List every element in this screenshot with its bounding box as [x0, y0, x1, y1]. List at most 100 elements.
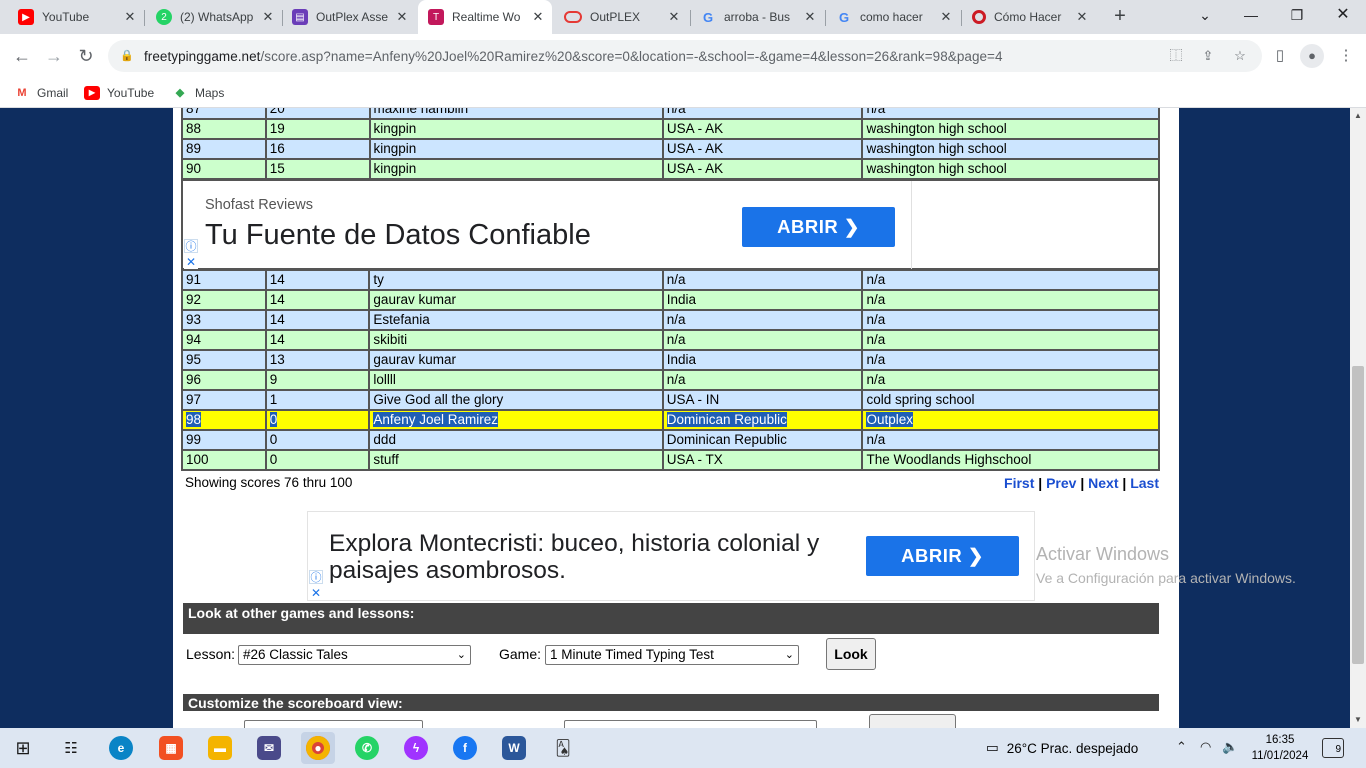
- cell-text: kingpin: [373, 161, 417, 176]
- google-icon: G: [702, 9, 714, 25]
- restore-button[interactable]: ❐: [1282, 4, 1312, 28]
- close-window-button[interactable]: ✕: [1328, 4, 1358, 28]
- scroll-up-arrow-icon[interactable]: ▲: [1350, 108, 1366, 124]
- close-icon[interactable]: ✕: [1074, 9, 1090, 25]
- customize-button[interactable]: [869, 714, 956, 728]
- pager-separator: |: [1122, 475, 1127, 491]
- chevron-up-icon[interactable]: ⌃: [1176, 739, 1187, 755]
- mail-icon[interactable]: ✉: [252, 732, 286, 764]
- cell-text: n/a: [666, 108, 686, 116]
- close-icon[interactable]: ✕: [530, 9, 546, 25]
- tab-como-hacer-opera[interactable]: Cómo Hacer ✕: [962, 0, 1096, 34]
- page-scrollbar[interactable]: ▲ ▼: [1350, 108, 1366, 728]
- notifications-button[interactable]: 9: [1322, 738, 1344, 758]
- cell-text: n/a: [866, 108, 886, 116]
- minimize-button[interactable]: —: [1236, 4, 1266, 28]
- profile-avatar[interactable]: ●: [1300, 44, 1324, 68]
- bookmark-youtube[interactable]: ▶ YouTube: [84, 83, 154, 103]
- pager-last-link[interactable]: Last: [1130, 475, 1159, 491]
- volume-icon[interactable]: 🔈: [1222, 739, 1238, 755]
- notification-count: 9: [1335, 744, 1341, 755]
- customize-school-input[interactable]: [564, 720, 817, 728]
- whatsapp-icon[interactable]: ✆: [350, 732, 384, 764]
- cell-text: 0: [269, 452, 278, 467]
- close-icon[interactable]: ✕: [122, 9, 138, 25]
- file-explorer-icon[interactable]: ▬: [203, 732, 237, 764]
- cell-text: maxine hamblin: [373, 108, 469, 116]
- tab-outplex[interactable]: OutPLEX ✕: [554, 0, 688, 34]
- cell-text: 14: [269, 292, 285, 307]
- ad-close-icon[interactable]: ✕: [309, 586, 323, 600]
- ad-open-button[interactable]: ABRIR ❯: [742, 207, 895, 247]
- close-icon[interactable]: ✕: [802, 9, 818, 25]
- cell-text: stuff: [373, 452, 399, 467]
- share-icon[interactable]: ⇪: [1198, 46, 1218, 66]
- edge-icon[interactable]: e: [104, 732, 138, 764]
- back-button[interactable]: ←: [8, 42, 36, 70]
- weather-text: 26°C Prac. despejado: [1006, 740, 1139, 756]
- widgets-icon[interactable]: ☷: [54, 732, 88, 764]
- chevron-down-icon: ⌄: [784, 649, 794, 661]
- cell-name: gaurav kumar: [368, 349, 664, 371]
- solitaire-icon[interactable]: 🂡: [546, 732, 580, 764]
- new-tab-button[interactable]: +: [1108, 5, 1132, 29]
- bookmark-maps[interactable]: ◆ Maps: [172, 83, 225, 103]
- cell-location: n/a: [661, 309, 864, 331]
- system-clock[interactable]: 16:35 11/01/2024: [1248, 732, 1312, 764]
- ad-open-button[interactable]: ABRIR ❯: [866, 536, 1019, 576]
- cell-text: 98: [186, 412, 202, 427]
- tab-whatsapp[interactable]: 2 (2) WhatsApp ✕: [146, 0, 282, 34]
- messenger-icon[interactable]: ϟ: [399, 732, 433, 764]
- lesson-select[interactable]: #26 Classic Tales ⌄: [238, 645, 471, 665]
- tab-search-chevron-icon[interactable]: ⌄: [1190, 4, 1220, 28]
- customize-location-input[interactable]: [244, 720, 423, 728]
- scroll-down-arrow-icon[interactable]: ▼: [1350, 712, 1366, 728]
- reload-button[interactable]: ↻: [72, 42, 100, 70]
- address-bar[interactable]: 🔒 freetypinggame.net/score.asp?name=Anfe…: [108, 40, 1262, 72]
- menu-kebab-icon[interactable]: ⋮: [1334, 44, 1358, 68]
- cell-text: n/a: [866, 312, 886, 327]
- facebook-icon[interactable]: f: [448, 732, 482, 764]
- weather-widget[interactable]: ▭ 26°C Prac. despejado: [986, 740, 1138, 756]
- ad-banner-shofast[interactable]: ⓘ ✕ Shofast Reviews Tu Fuente de Datos C…: [181, 179, 1160, 270]
- cell-text: 0: [269, 412, 278, 427]
- cell-name: kingpin: [368, 118, 664, 140]
- game-select[interactable]: 1 Minute Timed Typing Test ⌄: [545, 645, 799, 665]
- cell-name: Give God all the glory: [368, 389, 664, 411]
- page-content: 87 20 maxine hamblin n/a n/a 88 19 kingpin USA -…: [173, 108, 1179, 728]
- close-icon[interactable]: ✕: [394, 9, 410, 25]
- wifi-icon[interactable]: ◠: [1200, 739, 1211, 755]
- close-icon[interactable]: ✕: [666, 9, 682, 25]
- store-icon[interactable]: ▦: [154, 732, 188, 764]
- ad-info-icon[interactable]: ⓘ: [184, 239, 198, 253]
- tab-youtube[interactable]: ▶ YouTube ✕: [8, 0, 144, 34]
- url-text[interactable]: freetypinggame.net/score.asp?name=Anfeny…: [144, 49, 1003, 64]
- ad-banner-montecristi[interactable]: Explora Montecristi: buceo, historia col…: [307, 511, 1035, 601]
- scrollbar-thumb[interactable]: [1352, 366, 1364, 664]
- cell-school: n/a: [861, 289, 1160, 311]
- tab-arroba-search[interactable]: G arroba - Bus ✕: [690, 0, 824, 34]
- look-button[interactable]: Look: [826, 638, 876, 670]
- ad-close-icon[interactable]: ✕: [184, 255, 198, 269]
- lock-icon[interactable]: 🔒: [120, 49, 134, 63]
- bookmark-gmail[interactable]: M Gmail: [14, 83, 68, 103]
- tab-outplex-assessment[interactable]: ▤ OutPlex Asse ✕: [282, 0, 416, 34]
- tab-como-hacer-search[interactable]: G como hacer ✕: [826, 0, 960, 34]
- close-icon[interactable]: ✕: [260, 9, 276, 25]
- side-panel-icon[interactable]: ▯: [1268, 44, 1292, 68]
- pager-next-link[interactable]: Next: [1088, 475, 1118, 491]
- pager-first-link[interactable]: First: [1004, 475, 1034, 491]
- word-icon[interactable]: W: [497, 732, 531, 764]
- bookmarks-bar: M Gmail ▶ YouTube ◆ Maps: [0, 78, 1366, 108]
- close-icon[interactable]: ✕: [938, 9, 954, 25]
- score-row: 92 14 gaurav kumar India n/a: [181, 289, 1160, 311]
- chrome-icon[interactable]: ●: [301, 732, 335, 764]
- bookmark-star-icon[interactable]: ☆: [1230, 46, 1250, 66]
- start-button[interactable]: ⊞: [6, 732, 40, 764]
- tab-realtime-typing[interactable]: T Realtime Wo ✕: [418, 0, 552, 34]
- ad-info-icon[interactable]: ⓘ: [309, 570, 323, 584]
- forward-button[interactable]: →: [40, 42, 68, 70]
- youtube-icon: ▶: [84, 86, 100, 100]
- pager-prev-link[interactable]: Prev: [1046, 475, 1076, 491]
- translate-icon[interactable]: ⿰: [1166, 46, 1186, 66]
